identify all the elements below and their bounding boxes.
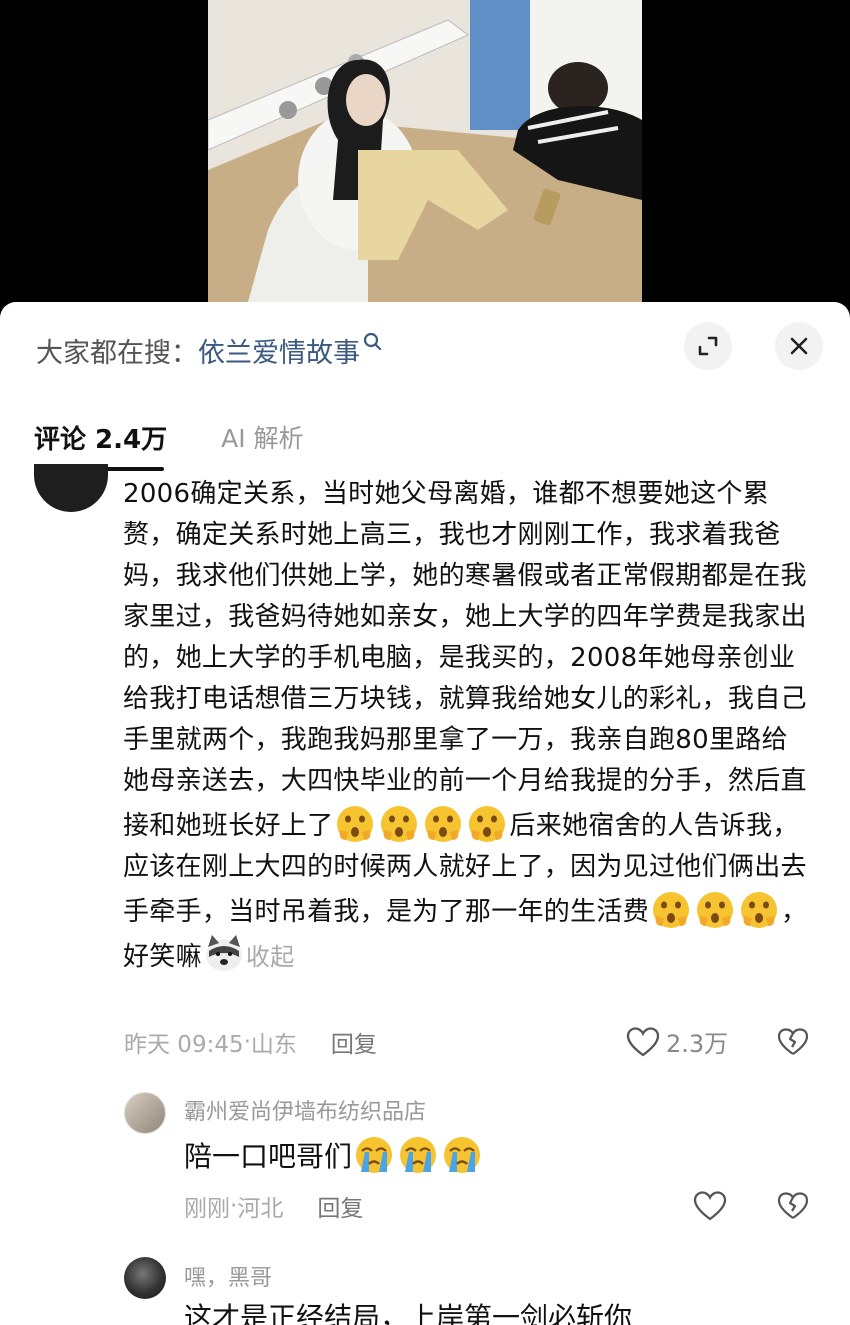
- broken-heart-icon[interactable]: [777, 1027, 809, 1057]
- broken-heart-icon[interactable]: [777, 1191, 809, 1221]
- reply-username[interactable]: 嘿，黑哥: [184, 1260, 272, 1292]
- surprised-face-emoji: [697, 892, 734, 928]
- like-count: 2.3万: [666, 1030, 729, 1058]
- surprised-face-emoji: [381, 806, 418, 842]
- reply-meta: 刚刚 · 河北 回复: [184, 1188, 363, 1224]
- surprised-face-emoji: [653, 892, 690, 928]
- reply-button[interactable]: 回复: [331, 1025, 377, 1059]
- video-frame-image: [208, 0, 642, 302]
- hospital-scene-illustration: [208, 0, 642, 302]
- meta-separator: ·: [230, 1193, 238, 1219]
- search-icon: [363, 332, 382, 351]
- reply-button[interactable]: 回复: [317, 1189, 363, 1223]
- trending-search-bar[interactable]: 大家都在搜： 依兰爱情故事: [36, 330, 384, 370]
- expand-icon: [698, 336, 718, 356]
- video-player[interactable]: [0, 0, 850, 320]
- surprised-face-emoji: [337, 806, 374, 842]
- comment-tabs: 评论 2.4万 AI 解析: [34, 412, 304, 462]
- close-icon: [790, 337, 808, 355]
- comment-location: 山东: [250, 1032, 297, 1058]
- reply-text: 陪一口吧哥们: [184, 1140, 353, 1173]
- reply-body: 陪一口吧哥们: [184, 1134, 484, 1176]
- reply-text: 这才是正经结局，上岸第一剑必斩你: [184, 1301, 633, 1325]
- collapse-link[interactable]: 收起: [246, 943, 295, 971]
- tab-ai-analysis[interactable]: AI 解析: [221, 419, 303, 455]
- crying-face-emoji: [356, 1137, 393, 1173]
- search-term-link[interactable]: 依兰爱情故事: [198, 331, 360, 370]
- reply-time: 刚刚: [184, 1196, 230, 1222]
- crying-face-emoji: [400, 1137, 437, 1173]
- crying-face-emoji: [444, 1137, 481, 1173]
- comment-time: 昨天 09:45: [124, 1032, 244, 1058]
- meta-separator: ·: [243, 1029, 251, 1055]
- search-prefix-label: 大家都在搜：: [36, 337, 198, 369]
- close-button[interactable]: [775, 322, 823, 370]
- comment-sheet: 大家都在搜： 依兰爱情故事 评论 2.4万 AI 解析 2006确定关系，当时她…: [0, 302, 850, 1325]
- tab-comments[interactable]: 评论 2.4万: [34, 419, 167, 456]
- like-button[interactable]: 2.3万: [626, 1024, 728, 1059]
- heart-outline-icon[interactable]: [693, 1190, 727, 1222]
- surprised-face-emoji: [469, 806, 506, 842]
- reply-location: 河北: [237, 1196, 284, 1222]
- reply-username[interactable]: 霸州爱尚伊墙布纺织品店: [184, 1094, 426, 1126]
- avatar[interactable]: [124, 1092, 166, 1134]
- avatar[interactable]: [34, 464, 108, 512]
- surprised-face-emoji: [425, 806, 462, 842]
- heart-outline-icon: [626, 1026, 660, 1056]
- comment-meta: 昨天 09:45 · 山东 回复: [124, 1024, 377, 1060]
- expand-button[interactable]: [684, 322, 732, 370]
- comment-text-part1: 2006确定关系，当时她父母离婚，谁都不想要她这个累赘，确定关系时她上高三，我也…: [123, 479, 807, 841]
- doge-emoji: [205, 935, 242, 971]
- comment-body: 2006确定关系，当时她父母离婚，谁都不想要她这个累赘，确定关系时她上高三，我也…: [123, 474, 813, 978]
- surprised-face-emoji: [741, 892, 778, 928]
- avatar[interactable]: [124, 1257, 166, 1299]
